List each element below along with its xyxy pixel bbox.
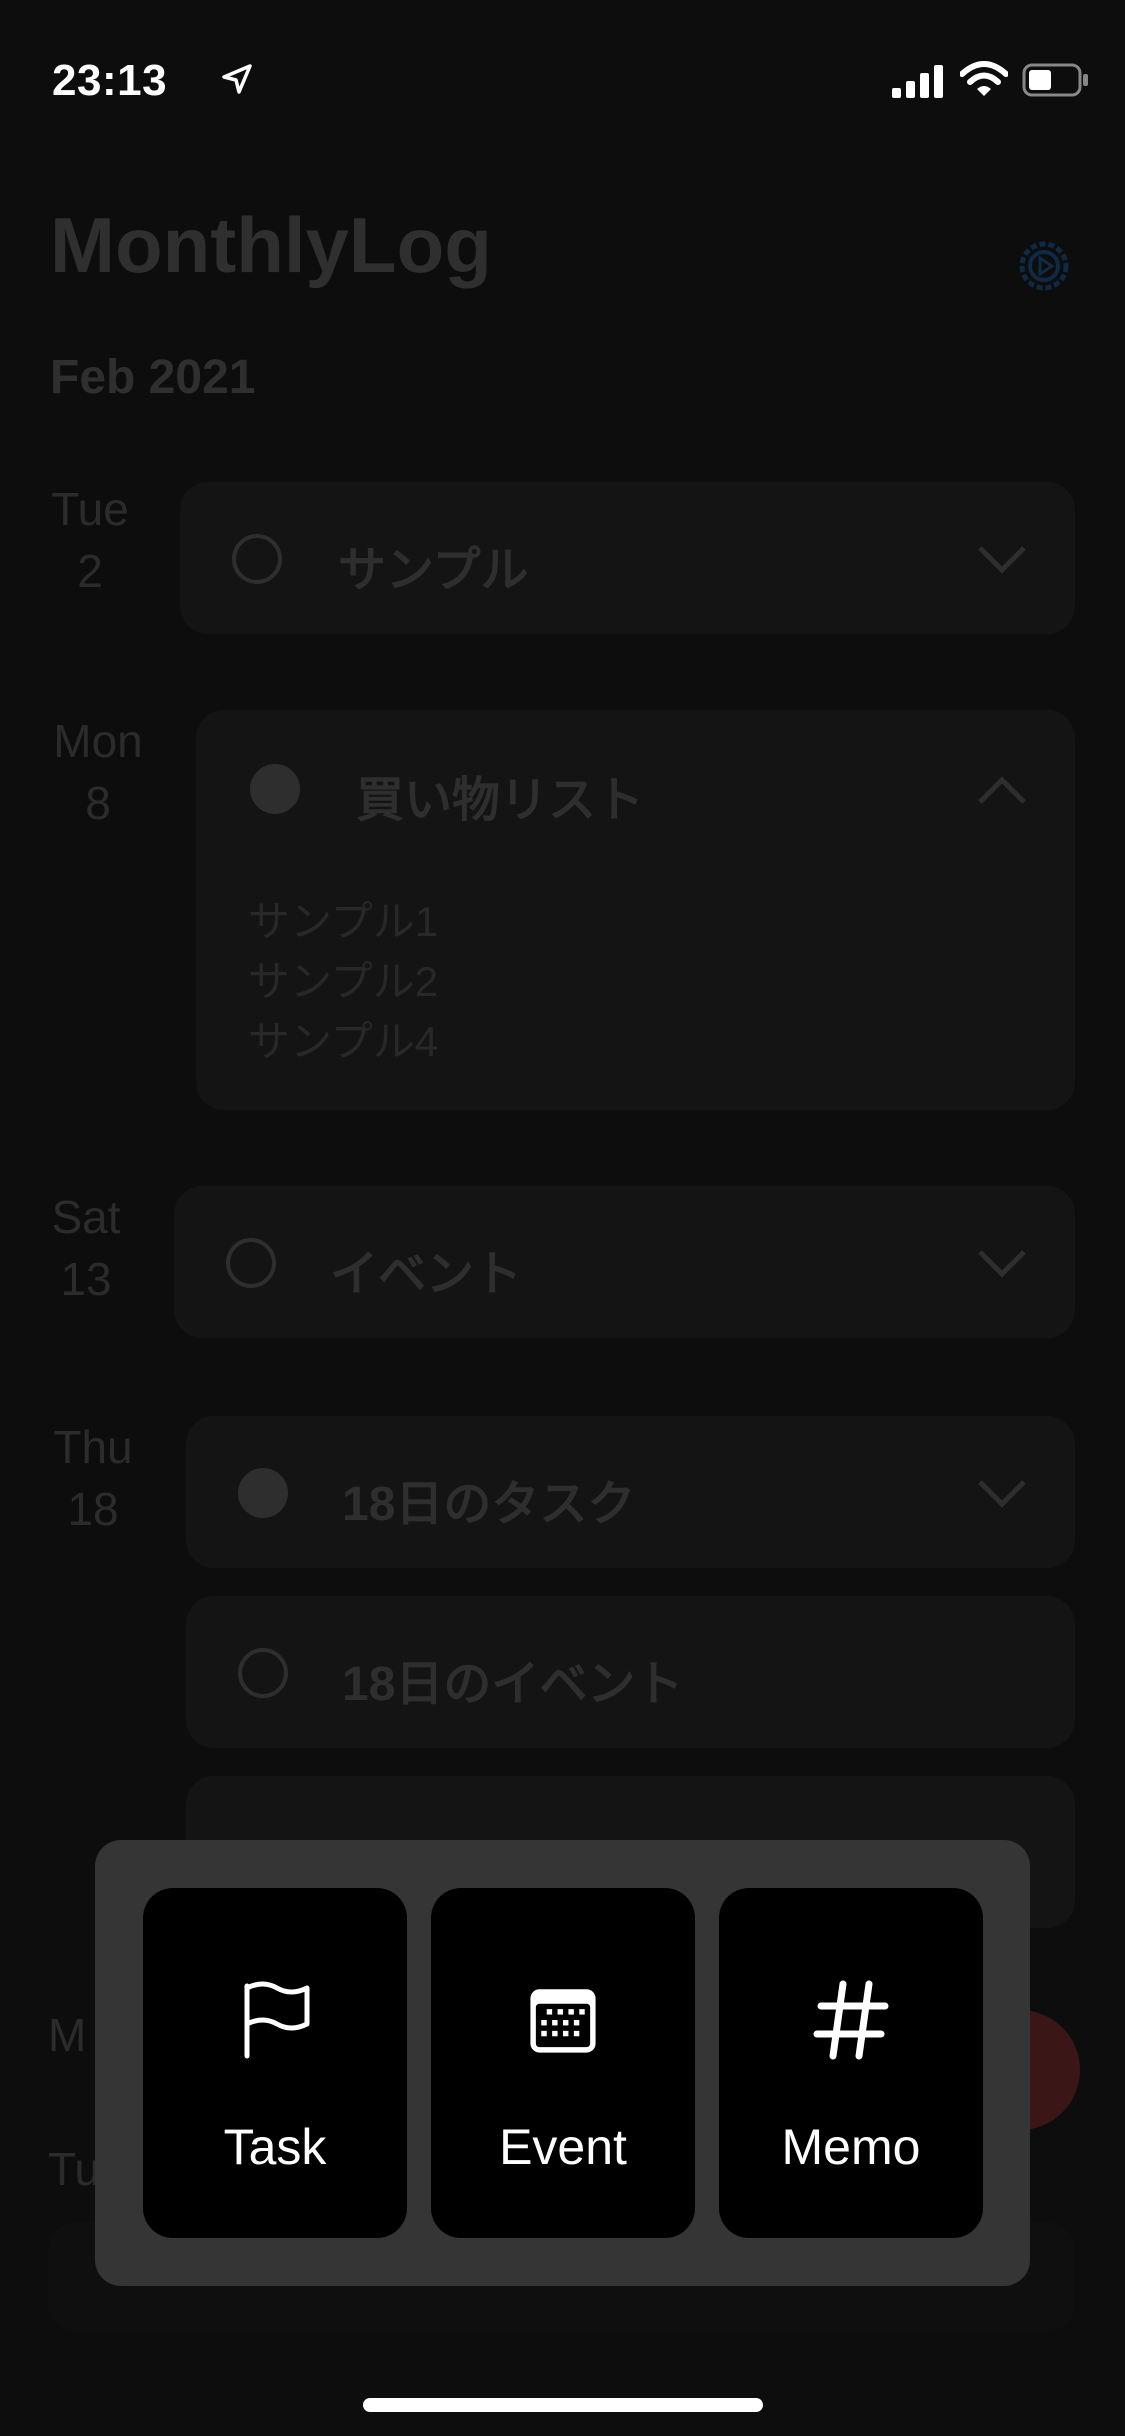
settings-gear-icon[interactable] [1014,236,1074,296]
battery-icon [1022,63,1088,97]
month-label: Feb 2021 [50,351,256,404]
list-item: サンプル1 [248,898,439,945]
home-indicator[interactable] [363,2398,763,2412]
day-label-sat-13: Sat 13 [51,1191,121,1305]
chevron-down-icon[interactable] [976,544,1028,574]
entry-card[interactable]: サンプル [180,482,1075,634]
calendar-icon [521,1978,605,2062]
partial-day-label: M [48,2009,87,2061]
memo-button[interactable]: Memo [719,1888,983,2238]
cellular-signal-icon [892,65,943,98]
chevron-down-icon[interactable] [976,1478,1028,1508]
task-checkbox[interactable] [232,534,282,584]
list-item: サンプル2 [248,958,439,1005]
chevron-up-icon[interactable] [976,776,1028,806]
wifi-icon [960,61,1008,96]
task-checkbox[interactable] [226,1238,276,1288]
day-label-thu-18: Thu 18 [53,1421,133,1535]
task-checkbox-checked[interactable] [238,1468,288,1518]
app-title: MonthlyLog [50,201,492,289]
event-button[interactable]: Event [431,1888,695,2238]
event-circle[interactable] [238,1648,288,1698]
day-label-mon-8: Mon 8 [53,715,143,829]
entry-card[interactable]: 18日のタスク [186,1416,1075,1568]
hash-icon [809,1978,893,2062]
status-time: 23:13 [52,56,168,105]
day-label-tue-2: Tue 2 [51,483,129,597]
entry-title: サンプル [338,544,529,597]
task-checkbox-checked[interactable] [250,764,300,814]
list-item: サンプル4 [248,1018,439,1065]
entry-card[interactable]: イベント [174,1186,1075,1338]
chevron-down-icon[interactable] [976,1248,1028,1278]
entry-title: 18日のイベント [342,1658,684,1711]
event-label: Event [499,2119,627,2175]
flag-icon [233,1978,317,2062]
entry-card-expanded[interactable]: 買い物リスト サンプル1 サンプル2 サンプル4 [196,710,1075,1110]
add-entry-popup: Task Event Memo [95,1840,1030,2286]
task-label: Task [223,2119,327,2175]
entry-title: 18日のタスク [342,1478,636,1531]
entry-title: イベント [330,1248,523,1301]
task-button[interactable]: Task [143,1888,407,2238]
partial-day-label: Tu [48,2143,100,2195]
entry-title: 買い物リスト [356,774,645,827]
location-arrow-icon [222,64,252,94]
memo-label: Memo [781,2119,921,2175]
entry-card[interactable]: 18日のイベント [186,1596,1075,1748]
status-bar: 23:13 [0,0,1125,150]
